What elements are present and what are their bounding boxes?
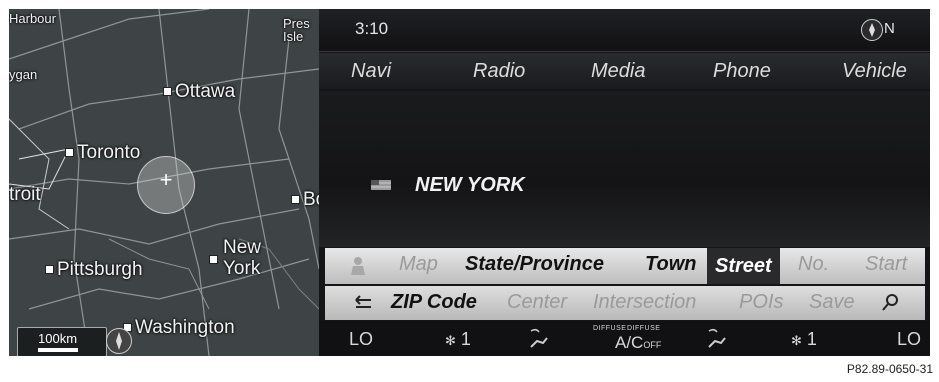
clock: 3:10 bbox=[355, 19, 389, 38]
head-unit-screen: 3:10 N Navi Radio Media Phone Vehicle NE… bbox=[319, 9, 930, 356]
navigation-map[interactable]: Harbour Pres Isle ygan Ottawa Toronto tr… bbox=[9, 9, 319, 356]
address-entry-row-1: Map State/Province Town Street No. Start bbox=[325, 248, 925, 284]
us-flag-icon bbox=[371, 180, 391, 190]
state-province-button[interactable]: State/Province bbox=[465, 253, 604, 276]
diffuse-left-label: DIFFUSE bbox=[593, 325, 627, 332]
compass-icon bbox=[861, 19, 883, 41]
ac-button[interactable]: A/COFF bbox=[615, 333, 661, 353]
tab-radio[interactable]: Radio bbox=[473, 60, 525, 83]
back-arrow-icon[interactable] bbox=[353, 295, 373, 311]
person-icon bbox=[351, 257, 365, 275]
zip-code-button[interactable]: ZIP Code bbox=[391, 291, 477, 314]
scale-label: 100km bbox=[38, 331, 78, 346]
compass-icon[interactable] bbox=[106, 328, 132, 354]
airflow-left-icon[interactable] bbox=[527, 327, 549, 349]
save-button[interactable]: Save bbox=[809, 291, 855, 314]
center-button[interactable]: Center bbox=[507, 291, 567, 314]
diffuse-right-label: DIFFUSE bbox=[627, 325, 661, 332]
address-entry-row-2: ZIP Code Center Intersection POIs Save bbox=[325, 286, 925, 320]
city-label-presque-isle: Pres Isle bbox=[283, 16, 310, 44]
figure: Harbour Pres Isle ygan Ottawa Toronto tr… bbox=[0, 0, 939, 382]
heading-label: N bbox=[884, 20, 895, 37]
tab-phone[interactable]: Phone bbox=[713, 60, 771, 83]
crosshair-icon: + bbox=[159, 167, 173, 192]
city-label-pittsburgh: Pittsburgh bbox=[45, 259, 143, 281]
map-cursor[interactable]: + bbox=[137, 156, 195, 214]
city-label-harbour: Harbour bbox=[9, 11, 56, 26]
street-button[interactable]: Street bbox=[707, 248, 780, 284]
airflow-right-icon[interactable] bbox=[705, 327, 727, 349]
intersection-button[interactable]: Intersection bbox=[593, 291, 696, 314]
start-button[interactable]: Start bbox=[865, 253, 907, 276]
search-icon[interactable] bbox=[881, 293, 899, 313]
map-button[interactable]: Map bbox=[399, 253, 438, 276]
city-label-boston: Bo bbox=[291, 189, 319, 211]
status-bar: 3:10 N bbox=[319, 9, 930, 52]
tab-vehicle[interactable]: Vehicle bbox=[842, 60, 907, 83]
destination-state: NEW YORK bbox=[415, 174, 525, 196]
map-scale[interactable]: 100km bbox=[17, 327, 107, 356]
destination-panel: NEW YORK bbox=[319, 91, 930, 247]
main-menu: Navi Radio Media Phone Vehicle bbox=[319, 53, 930, 89]
city-label-washington: Washington bbox=[123, 317, 235, 339]
pois-button[interactable]: POIs bbox=[739, 291, 783, 314]
left-temperature[interactable]: LO bbox=[349, 329, 373, 350]
right-temperature[interactable]: LO bbox=[897, 329, 921, 350]
house-number-button[interactable]: No. bbox=[798, 253, 829, 276]
city-label-ottawa: Ottawa bbox=[163, 81, 235, 103]
figure-reference: P82.89-0650-31 bbox=[846, 362, 933, 376]
left-fan[interactable]: ✻ 1 bbox=[445, 329, 471, 350]
fan-icon: ✻ bbox=[445, 333, 456, 348]
fan-icon: ✻ bbox=[791, 333, 802, 348]
city-label-michigan: ygan bbox=[9, 67, 38, 82]
scale-bar bbox=[38, 348, 78, 352]
city-label-new-york: New York bbox=[209, 237, 279, 279]
town-button[interactable]: Town bbox=[645, 253, 696, 276]
tab-navi[interactable]: Navi bbox=[351, 60, 391, 83]
climate-bar: LO ✻ 1 DIFFUSE DIFFUSE A/COFF ✻ 1 LO bbox=[319, 321, 930, 356]
city-label-detroit: troit bbox=[9, 184, 41, 205]
city-label-toronto: Toronto bbox=[65, 142, 140, 164]
tab-media[interactable]: Media bbox=[591, 60, 645, 83]
right-fan[interactable]: ✻ 1 bbox=[791, 329, 817, 350]
